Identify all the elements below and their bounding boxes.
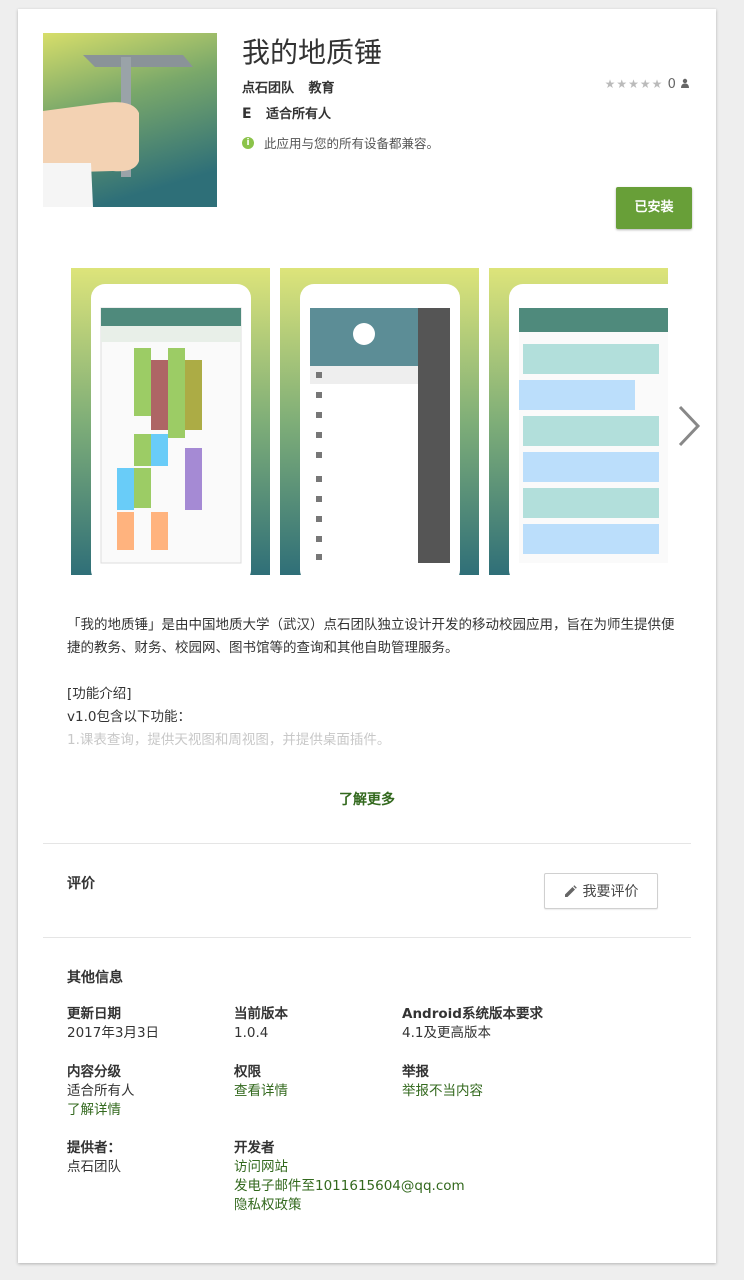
person-icon: [680, 77, 690, 92]
version-info: 当前版本 1.0.4: [234, 1005, 288, 1043]
developer-link[interactable]: 点石团队: [242, 81, 294, 96]
description-paragraph: 「我的地质锤」是由中国地质大学（武汉）点石团队独立设计开发的移动校园应用，旨在为…: [67, 617, 675, 656]
rating-value: 适合所有人: [67, 1083, 135, 1099]
rating-summary: ★★★★★ 0: [605, 77, 690, 92]
divider: [43, 937, 691, 938]
screenshot-2[interactable]: [280, 268, 479, 575]
screenshot-1[interactable]: [71, 268, 270, 575]
permissions-link[interactable]: 查看详情: [234, 1082, 288, 1101]
app-meta: 点石团队 教育: [242, 77, 345, 96]
learn-more-link[interactable]: 了解更多: [18, 789, 716, 809]
developer-label: 开发者: [234, 1140, 275, 1156]
compatibility-text: 此应用与您的所有设备都兼容。: [264, 136, 440, 151]
compatibility-note: i 此应用与您的所有设备都兼容。: [242, 133, 439, 152]
rating-learn-more-link[interactable]: 了解详情: [67, 1101, 135, 1120]
updated-info: 更新日期 2017年3月3日: [67, 1005, 159, 1043]
rating-count: 0: [667, 77, 676, 92]
version-value: 1.0.4: [234, 1025, 269, 1041]
pencil-icon: [564, 884, 577, 897]
e-rating-icon: E: [242, 105, 252, 122]
provider-label: 提供者：: [67, 1140, 121, 1156]
app-detail-card: 我的地质锤 点石团队 教育 ★★★★★ 0 E 适合所有人 i 此应用与您的所有…: [18, 9, 716, 1263]
developer-info: 开发者 访问网站 发电子邮件至1011615604@qq.com 隐私权政策: [234, 1139, 465, 1215]
permissions-info: 权限 查看详情: [234, 1063, 288, 1101]
provider-info: 提供者： 点石团队: [67, 1139, 121, 1177]
chevron-right-icon[interactable]: [674, 401, 704, 451]
updated-label: 更新日期: [67, 1006, 121, 1022]
developer-email-link[interactable]: 发电子邮件至1011615604@qq.com: [234, 1177, 465, 1196]
permissions-label: 权限: [234, 1064, 261, 1080]
content-rating-label: 适合所有人: [266, 107, 332, 122]
report-label: 举报: [402, 1064, 429, 1080]
content-rating: E 适合所有人: [242, 103, 332, 123]
app-title: 我的地质锤: [242, 36, 383, 69]
provider-value: 点石团队: [67, 1159, 121, 1175]
android-requirement-info: Android系统版本要求 4.1及更高版本: [402, 1005, 543, 1043]
divider: [43, 843, 691, 844]
rating-label: 内容分级: [67, 1064, 121, 1080]
privacy-policy-link[interactable]: 隐私权政策: [234, 1196, 465, 1215]
screenshot-3[interactable]: [489, 268, 668, 575]
android-label: Android系统版本要求: [402, 1006, 543, 1022]
write-review-label: 我要评价: [582, 884, 639, 900]
updated-value: 2017年3月3日: [67, 1025, 160, 1041]
screenshot-carousel[interactable]: [71, 268, 668, 575]
report-info: 举报 举报不当内容: [402, 1063, 483, 1101]
version-label: 当前版本: [234, 1006, 288, 1022]
reviews-heading: 评价: [67, 876, 95, 892]
content-rating-info: 内容分级 适合所有人 了解详情: [67, 1063, 135, 1120]
version-line: v1.0包含以下功能：: [67, 709, 191, 725]
additional-info-heading: 其他信息: [67, 970, 123, 986]
developer-website-link[interactable]: 访问网站: [234, 1158, 465, 1177]
app-description: 「我的地质锤」是由中国地质大学（武汉）点石团队独立设计开发的移动校园应用，旨在为…: [67, 614, 677, 752]
info-icon: i: [242, 136, 254, 149]
app-icon: [43, 33, 217, 207]
report-link[interactable]: 举报不当内容: [402, 1082, 483, 1101]
category-link[interactable]: 教育: [309, 81, 335, 96]
star-icon: ★★★★★: [604, 77, 664, 91]
installed-button[interactable]: 已安装: [616, 187, 692, 229]
android-value: 4.1及更高版本: [402, 1025, 491, 1041]
write-review-button[interactable]: 我要评价: [544, 873, 658, 909]
faded-feature-line: 1.课表查询，提供天视图和周视图，并提供桌面插件。: [67, 732, 391, 748]
features-header: [功能介绍]: [67, 686, 132, 702]
